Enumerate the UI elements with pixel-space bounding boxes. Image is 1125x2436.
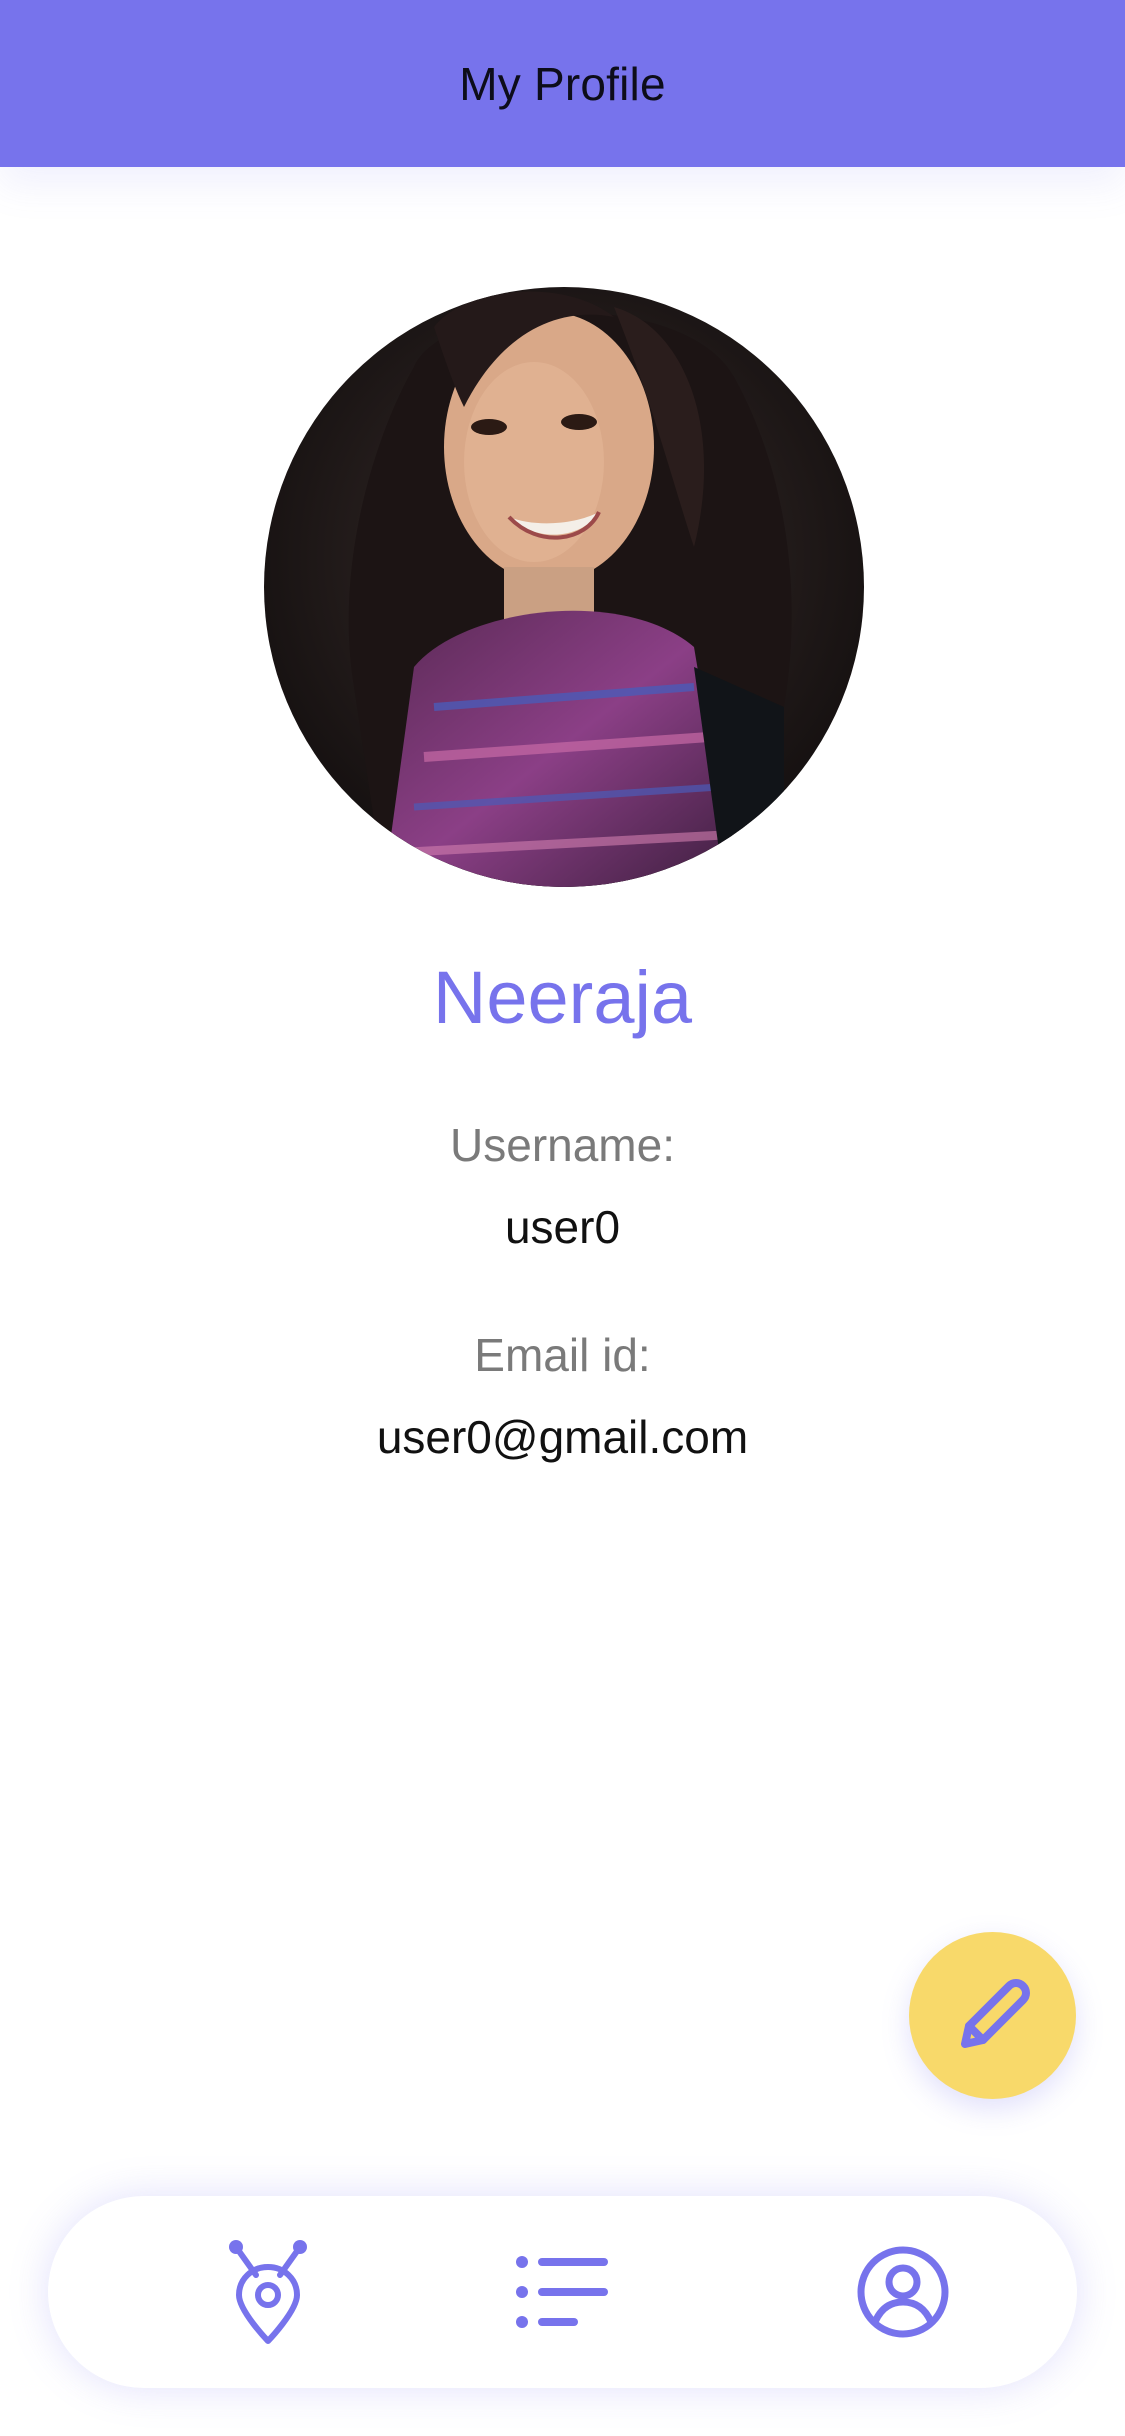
nav-profile-button[interactable] <box>853 2242 953 2342</box>
profile-screen: My Profile Neeraja Username: user0 Email… <box>0 0 1125 2436</box>
app-header: My Profile <box>0 0 1125 167</box>
nav-list-button[interactable] <box>512 2242 612 2342</box>
profile-photo <box>264 287 864 887</box>
email-value: user0@gmail.com <box>376 1411 749 1463</box>
bottom-navigation <box>48 2196 1077 2388</box>
location-pin-icon <box>229 2240 307 2344</box>
pencil-icon <box>960 1978 1030 2048</box>
page-title: My Profile <box>459 57 666 110</box>
edit-profile-button[interactable] <box>909 1932 1076 2099</box>
nav-map-button[interactable] <box>218 2240 318 2344</box>
list-icon <box>516 2256 608 2328</box>
email-label: Email id: <box>474 1329 651 1381</box>
profile-name: Neeraja <box>432 956 693 1039</box>
avatar <box>264 287 864 887</box>
username-value: user0 <box>504 1201 621 1253</box>
user-circle-icon <box>857 2246 949 2338</box>
username-label: Username: <box>450 1119 675 1171</box>
